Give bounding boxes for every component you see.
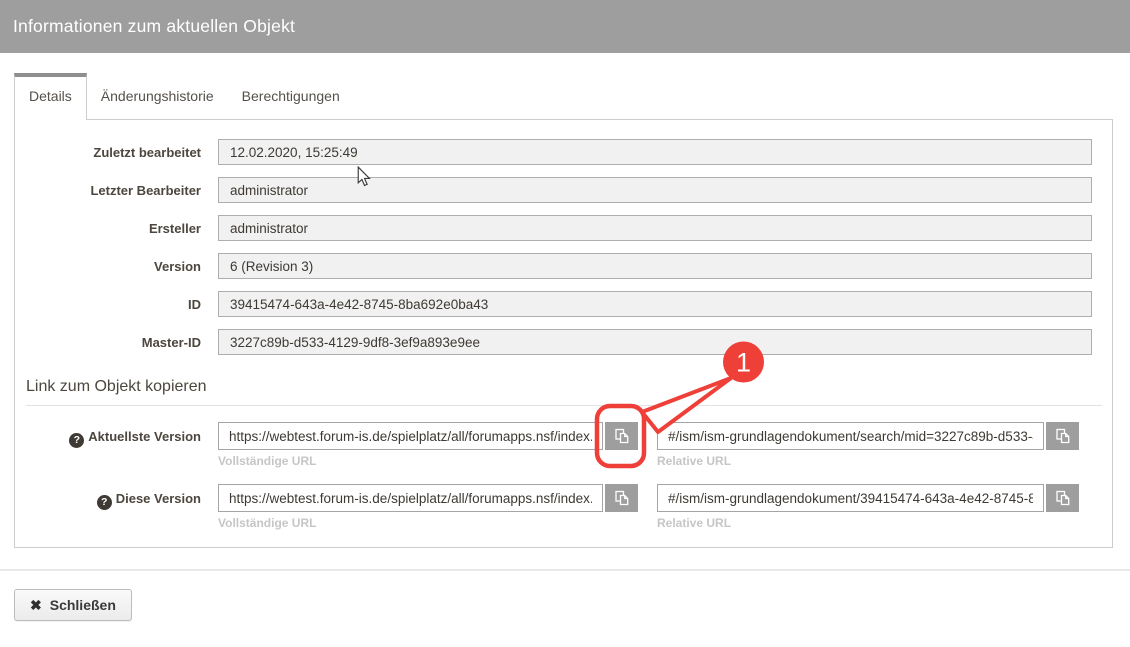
master-id-field[interactable] [218,329,1092,355]
version-field[interactable] [218,253,1092,279]
field-row-letzter-bearbeiter: Letzter Bearbeiter [15,177,1112,203]
tab-berechtigungen[interactable]: Berechtigungen [228,73,354,119]
field-label: ID [15,297,201,312]
copy-full-url-button[interactable] [605,422,638,450]
full-url-input[interactable] [218,422,603,450]
field-label: Zuletzt bearbeitet [15,145,201,160]
copy-icon [1055,490,1071,506]
full-url-group: Vollständige URL [218,422,638,468]
copy-relative-url-button[interactable] [1046,484,1079,512]
field-row-zuletzt-bearbeitet: Zuletzt bearbeitet [15,139,1112,165]
id-field[interactable] [218,291,1092,317]
url-row-label: Aktuellste Version [88,429,201,444]
full-url-caption: Vollständige URL [218,516,638,530]
letzter-bearbeiter-field[interactable] [218,177,1092,203]
relative-url-caption: Relative URL [657,516,1079,530]
help-icon[interactable]: ? [97,495,112,510]
zuletzt-bearbeitet-field[interactable] [218,139,1092,165]
dialog-title: Informationen zum aktuellen Objekt [13,16,295,37]
copy-relative-url-button[interactable] [1046,422,1079,450]
ersteller-field[interactable] [218,215,1092,241]
tab-details[interactable]: Details [14,73,87,120]
relative-url-input[interactable] [657,484,1044,512]
close-icon: ✖ [30,597,42,614]
field-label: Version [15,259,201,274]
link-section-heading: Link zum Objekt kopieren [26,378,1102,406]
relative-url-input[interactable] [657,422,1044,450]
tab-bar: Details Änderungshistorie Berechtigungen [14,73,1113,119]
field-label: Ersteller [15,221,201,236]
full-url-input[interactable] [218,484,603,512]
url-row-diese-version: ? Diese Version Vollständige URL [15,484,1112,530]
dialog-titlebar: Informationen zum aktuellen Objekt [0,0,1130,53]
url-row-aktuellste-version: ? Aktuellste Version Vollständige URL [15,422,1112,468]
field-row-version: Version [15,253,1112,279]
field-row-master-id: Master-ID [15,329,1112,355]
url-row-label-wrap: ? Diese Version [15,491,201,510]
relative-url-group: Relative URL [657,422,1079,468]
copy-icon [614,490,630,506]
full-url-group: Vollständige URL [218,484,638,530]
relative-url-group: Relative URL [657,484,1079,530]
help-icon[interactable]: ? [69,433,84,448]
url-row-label-wrap: ? Aktuellste Version [15,429,201,448]
field-label: Letzter Bearbeiter [15,183,201,198]
close-button[interactable]: ✖ Schließen [14,589,132,621]
footer-divider [0,569,1130,571]
field-row-id: ID [15,291,1112,317]
copy-full-url-button[interactable] [605,484,638,512]
full-url-caption: Vollständige URL [218,454,638,468]
copy-icon [1055,428,1071,444]
details-panel: Zuletzt bearbeitet Letzter Bearbeiter Er… [14,119,1113,548]
copy-icon [614,428,630,444]
field-label: Master-ID [15,335,201,350]
relative-url-caption: Relative URL [657,454,1079,468]
url-row-label: Diese Version [116,491,201,506]
close-button-label: Schließen [50,597,116,613]
tab-aenderungshistorie[interactable]: Änderungshistorie [87,73,228,119]
field-row-ersteller: Ersteller [15,215,1112,241]
